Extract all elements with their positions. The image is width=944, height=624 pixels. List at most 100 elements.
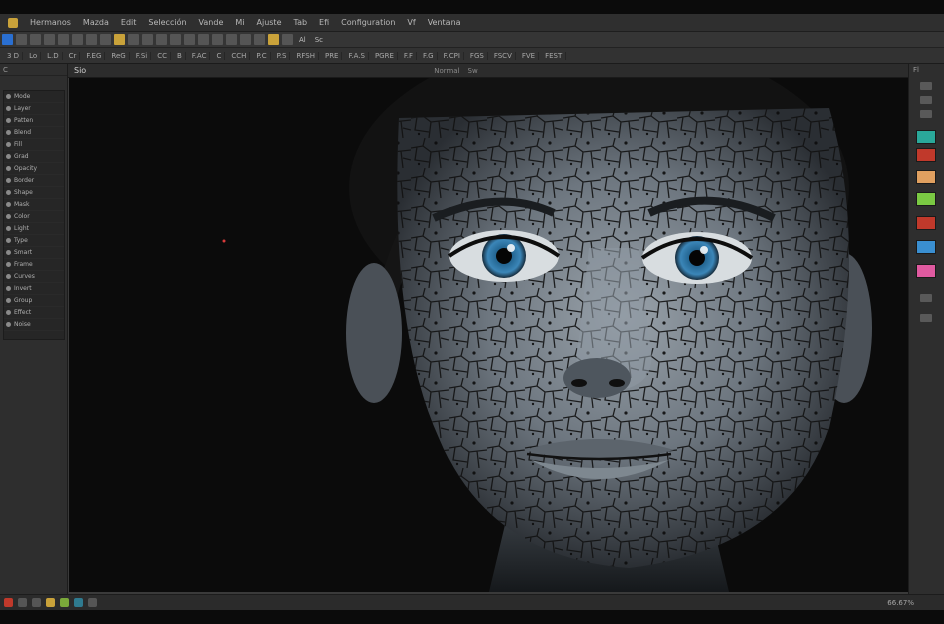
crop-tool-icon[interactable] xyxy=(44,34,55,45)
shape-tool-icon[interactable] xyxy=(226,34,237,45)
panel-icon[interactable] xyxy=(920,314,932,322)
eye-icon[interactable] xyxy=(6,226,11,231)
option-item[interactable]: F.F xyxy=(401,51,418,60)
eye-icon[interactable] xyxy=(6,274,11,279)
menu-item[interactable]: Selección xyxy=(144,18,190,27)
option-item[interactable]: 3 D xyxy=(4,51,24,60)
eye-icon[interactable] xyxy=(6,202,11,207)
option-item[interactable]: P.C xyxy=(253,51,271,60)
layer-row[interactable]: Border xyxy=(4,175,64,187)
menu-item[interactable]: Mi xyxy=(231,18,248,27)
path-tool-icon[interactable] xyxy=(212,34,223,45)
layer-row[interactable]: Fill xyxy=(4,139,64,151)
color-swatch[interactable] xyxy=(916,192,936,206)
color-swatch[interactable] xyxy=(916,170,936,184)
option-item[interactable]: CCH xyxy=(228,51,251,60)
eye-icon[interactable] xyxy=(6,250,11,255)
option-item[interactable]: F.A.S xyxy=(345,51,369,60)
lasso-tool-icon[interactable] xyxy=(30,34,41,45)
option-item[interactable]: L.D xyxy=(44,51,63,60)
layer-row[interactable]: Mode xyxy=(4,91,64,103)
eye-icon[interactable] xyxy=(6,262,11,267)
grid-icon[interactable] xyxy=(74,598,83,607)
layer-row[interactable]: Color xyxy=(4,211,64,223)
layer-row[interactable]: Patten xyxy=(4,115,64,127)
marquee-tool-icon[interactable] xyxy=(16,34,27,45)
gradient-tool-icon[interactable] xyxy=(142,34,153,45)
layer-row[interactable]: Curves xyxy=(4,271,64,283)
eye-icon[interactable] xyxy=(6,166,11,171)
pen-tool-icon[interactable] xyxy=(184,34,195,45)
menu-item[interactable]: Efi xyxy=(315,18,333,27)
eye-icon[interactable] xyxy=(6,190,11,195)
option-item[interactable]: PRE xyxy=(322,51,343,60)
color-swatch[interactable] xyxy=(916,130,936,144)
option-item[interactable]: CC xyxy=(154,51,171,60)
layer-row[interactable]: Blend xyxy=(4,127,64,139)
layer-row[interactable]: Type xyxy=(4,235,64,247)
option-item[interactable]: F.CPI xyxy=(441,51,464,60)
option-item[interactable]: F.G xyxy=(420,51,438,60)
layer-row[interactable]: Frame xyxy=(4,259,64,271)
history-icon[interactable] xyxy=(18,598,27,607)
eraser-tool-icon[interactable] xyxy=(128,34,139,45)
menu-item[interactable]: Ventana xyxy=(424,18,465,27)
star-icon[interactable] xyxy=(46,598,55,607)
heal-tool-icon[interactable] xyxy=(72,34,83,45)
eye-icon[interactable] xyxy=(6,238,11,243)
option-item[interactable]: F.AC xyxy=(189,51,211,60)
layer-row[interactable]: Light xyxy=(4,223,64,235)
color-swatch[interactable] xyxy=(916,264,936,278)
eye-icon[interactable] xyxy=(6,94,11,99)
eye-icon[interactable] xyxy=(6,178,11,183)
color-swatch[interactable] xyxy=(916,148,936,162)
menu-item[interactable]: Vande xyxy=(195,18,228,27)
option-item[interactable]: ReG xyxy=(108,51,130,60)
stamp-tool-icon[interactable] xyxy=(100,34,111,45)
layer-row[interactable]: Effect xyxy=(4,307,64,319)
mask-icon[interactable] xyxy=(282,34,293,45)
color-swatch[interactable] xyxy=(916,240,936,254)
layer-row[interactable]: Group xyxy=(4,295,64,307)
layer-row[interactable]: Noise xyxy=(4,319,64,331)
option-item[interactable]: Cr xyxy=(66,51,81,60)
eye-icon[interactable] xyxy=(6,214,11,219)
option-item[interactable]: F.Si xyxy=(133,51,152,60)
canvas[interactable] xyxy=(69,78,908,592)
option-item[interactable]: FGS xyxy=(467,51,488,60)
option-item[interactable]: RFSH xyxy=(293,51,319,60)
eye-icon[interactable] xyxy=(6,322,11,327)
option-item[interactable]: Lo xyxy=(26,51,42,60)
layer-row[interactable]: Shape xyxy=(4,187,64,199)
eye-icon[interactable] xyxy=(6,286,11,291)
menu-item[interactable]: Hermanos xyxy=(26,18,75,27)
option-item[interactable]: FEST xyxy=(542,51,567,60)
layer-row[interactable]: Invert xyxy=(4,283,64,295)
folder-icon[interactable] xyxy=(114,34,125,45)
blur-tool-icon[interactable] xyxy=(156,34,167,45)
eye-icon[interactable] xyxy=(6,106,11,111)
record-icon[interactable] xyxy=(4,598,13,607)
panel-icon[interactable] xyxy=(920,96,932,104)
option-item[interactable]: FVE xyxy=(519,51,540,60)
layers-icon[interactable] xyxy=(32,598,41,607)
menu-item[interactable]: Vf xyxy=(403,18,419,27)
menu-item[interactable]: Configuration xyxy=(337,18,399,27)
brush-tool-icon[interactable] xyxy=(86,34,97,45)
option-item[interactable]: B xyxy=(174,51,186,60)
panel-icon[interactable] xyxy=(920,82,932,90)
menu-item[interactable]: Edit xyxy=(117,18,141,27)
menu-item[interactable]: Ajuste xyxy=(253,18,286,27)
text-tool-icon[interactable] xyxy=(198,34,209,45)
eye-icon[interactable] xyxy=(6,130,11,135)
option-item[interactable]: FSCV xyxy=(491,51,516,60)
eye-icon[interactable] xyxy=(6,142,11,147)
menu-item[interactable]: Tab xyxy=(290,18,312,27)
menu-item[interactable]: Mazda xyxy=(79,18,113,27)
color-swatch[interactable] xyxy=(916,216,936,230)
eyedropper-tool-icon[interactable] xyxy=(58,34,69,45)
move-tool-icon[interactable] xyxy=(2,34,13,45)
panel-icon[interactable] xyxy=(920,294,932,302)
zoom-tool-icon[interactable] xyxy=(254,34,265,45)
layer-row[interactable]: Smart xyxy=(4,247,64,259)
